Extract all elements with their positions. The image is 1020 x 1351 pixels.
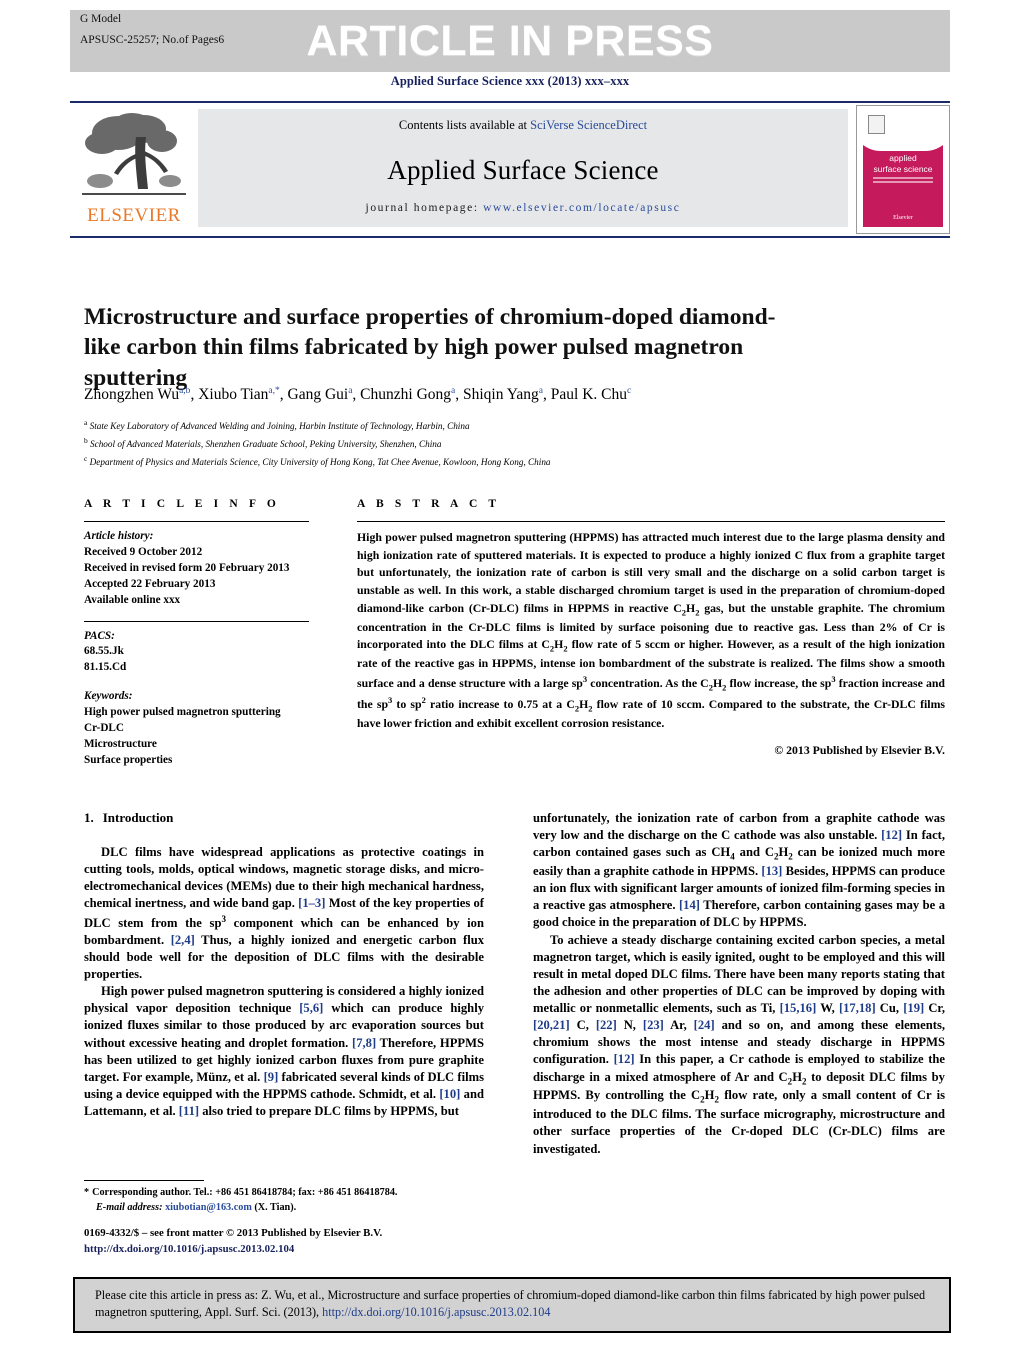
abstract-copyright: © 2013 Published by Elsevier B.V.: [774, 743, 945, 758]
front-matter-block: 0169-4332/$ – see front matter © 2013 Pu…: [84, 1225, 514, 1257]
elsevier-logo: ELSEVIER: [78, 107, 190, 229]
section-number: 1.: [84, 810, 94, 825]
g-model-block: G Model APSUSC-25257; No.of Pages6: [80, 13, 225, 46]
history-item: Received 9 October 2012: [84, 545, 203, 558]
cover-publisher: Elsevier: [893, 215, 913, 221]
journal-cover-thumbnail: applied surface science Elsevier: [856, 105, 950, 234]
section-heading-introduction: 1. Introduction: [84, 810, 484, 826]
cover-title-line2: surface science: [873, 163, 933, 174]
doi-link[interactable]: http://dx.doi.org/10.1016/j.apsusc.2013.…: [84, 1241, 514, 1257]
abstract-text: High power pulsed magnetron sputtering (…: [357, 530, 945, 730]
author-list: Zhongzhen Wua,b, Xiubo Tiana,*, Gang Gui…: [84, 386, 632, 404]
page-title: Microstructure and surface properties of…: [84, 303, 776, 391]
cite-this-article-box: Please cite this article in press as: Z.…: [73, 1277, 951, 1333]
journal-masthead: ELSEVIER Contents lists available at Sci…: [70, 105, 950, 234]
section-title: Introduction: [102, 810, 174, 825]
affiliation-list: a State Key Laboratory of Advanced Weldi…: [84, 417, 924, 471]
article-info-heading: A R T I C L E I N F O: [84, 498, 280, 510]
body-left-column: 1. Introduction DLC films have widespread…: [84, 810, 484, 1120]
pacs-item: 68.55.Jk: [84, 645, 124, 658]
keyword-item: Microstructure: [84, 737, 157, 750]
email-owner: (X. Tian).: [254, 1201, 297, 1213]
cite-text: Please cite this article in press as: Z.…: [95, 1287, 931, 1322]
affiliation-item: b School of Advanced Materials, Shenzhen…: [84, 435, 442, 449]
corresponding-author-footnote: * Corresponding author. Tel.: +86 451 864…: [84, 1186, 484, 1216]
keyword-item: High power pulsed magnetron sputtering: [84, 706, 281, 719]
paragraph: To achieve a steady discharge containing…: [533, 932, 946, 1156]
cover-artwork: applied surface science Elsevier: [863, 111, 943, 227]
history-item: Accepted 22 February 2013: [84, 577, 216, 590]
cover-subtitle-bars: [873, 177, 933, 179]
paragraph: High power pulsed magnetron sputtering i…: [84, 984, 484, 1119]
body-right-column: unfortunately, the ionization rate of ca…: [533, 810, 945, 1158]
corresponding-author-text: Corresponding author. Tel.: +86 451 8641…: [92, 1187, 398, 1198]
g-model-label: G Model: [80, 13, 122, 25]
article-id-label: APSUSC-25257; No.of Pages6: [80, 33, 225, 46]
paragraph: unfortunately, the ionization rate of ca…: [533, 811, 946, 930]
paragraph: DLC films have widespread applications a…: [84, 845, 484, 982]
cover-title-line1: applied: [889, 153, 917, 163]
keywords-block: Keywords: High power pulsed magnetron sp…: [84, 689, 309, 769]
elsevier-wordmark: ELSEVIER: [87, 205, 181, 226]
paper-page: ARTICLE IN PRESS G Model APSUSC-25257; N…: [0, 0, 1020, 1351]
issn-line: 0169-4332/$ – see front matter © 2013 Pu…: [84, 1227, 383, 1239]
elsevier-tree-icon: [82, 113, 186, 195]
article-info-divider-2: [84, 620, 309, 622]
history-item: Available online xxx: [84, 593, 181, 606]
article-history-block: Article history: Received 9 October 2012…: [84, 529, 309, 609]
email-line: E-mail address: xiubotian@163.com (X. Ti…: [84, 1201, 484, 1216]
keyword-item: Surface properties: [84, 753, 173, 766]
keyword-item: Cr-DLC: [84, 722, 124, 735]
footnote-divider: [84, 1180, 204, 1181]
email-link[interactable]: xiubotian@163.com: [165, 1202, 252, 1213]
corresponding-author-line: * Corresponding author. Tel.: +86 451 864…: [84, 1186, 484, 1201]
journal-homepage-line: journal homepage: www.elsevier.com/locat…: [198, 202, 848, 214]
homepage-label: journal homepage:: [365, 202, 484, 214]
article-info-column: A R T I C L E I N F O Article history: R…: [84, 498, 309, 769]
masthead-bottom-rule: [70, 236, 950, 238]
pacs-label: PACS:: [84, 629, 115, 642]
masthead-top-rule: [70, 101, 950, 103]
affiliation-item: c Department of Physics and Materials Sc…: [84, 453, 551, 467]
cover-logo-box: [868, 115, 885, 134]
cover-color-field: [863, 121, 943, 227]
article-info-divider: [84, 521, 309, 522]
affiliation-item: a State Key Laboratory of Advanced Weldi…: [84, 418, 470, 432]
homepage-url[interactable]: www.elsevier.com/locate/apsusc: [483, 202, 680, 214]
contents-banner: Contents lists available at SciVerse Sci…: [198, 109, 848, 227]
abstract-divider: [357, 521, 945, 522]
contents-prefix: Contents lists available at: [398, 118, 531, 132]
cover-title: applied surface science: [863, 153, 943, 174]
cite-doi-link[interactable]: http://dx.doi.org/10.1016/j.apsusc.2013.…: [322, 1305, 550, 1319]
asterisk-icon: *: [84, 1187, 90, 1198]
history-item: Received in revised form 20 February 201…: [84, 561, 290, 574]
contents-available-line: Contents lists available at SciVerse Sci…: [198, 118, 848, 133]
article-history-label: Article history:: [84, 530, 154, 542]
pacs-item: 81.15.Cd: [84, 661, 127, 674]
journal-title: Applied Surface Science: [387, 155, 659, 185]
pacs-block: PACS: 68.55.Jk 81.15.Cd: [84, 629, 309, 677]
journal-reference-line: Applied Surface Science xxx (2013) xxx–x…: [390, 74, 630, 88]
sciencedirect-link[interactable]: SciVerse ScienceDirect: [530, 118, 647, 132]
keywords-label: Keywords:: [84, 690, 133, 703]
abstract-heading: A B S T R A C T: [357, 498, 501, 510]
email-label: E-mail address:: [96, 1201, 163, 1213]
abstract-column: A B S T R A C T High power pulsed magnet…: [357, 498, 945, 758]
